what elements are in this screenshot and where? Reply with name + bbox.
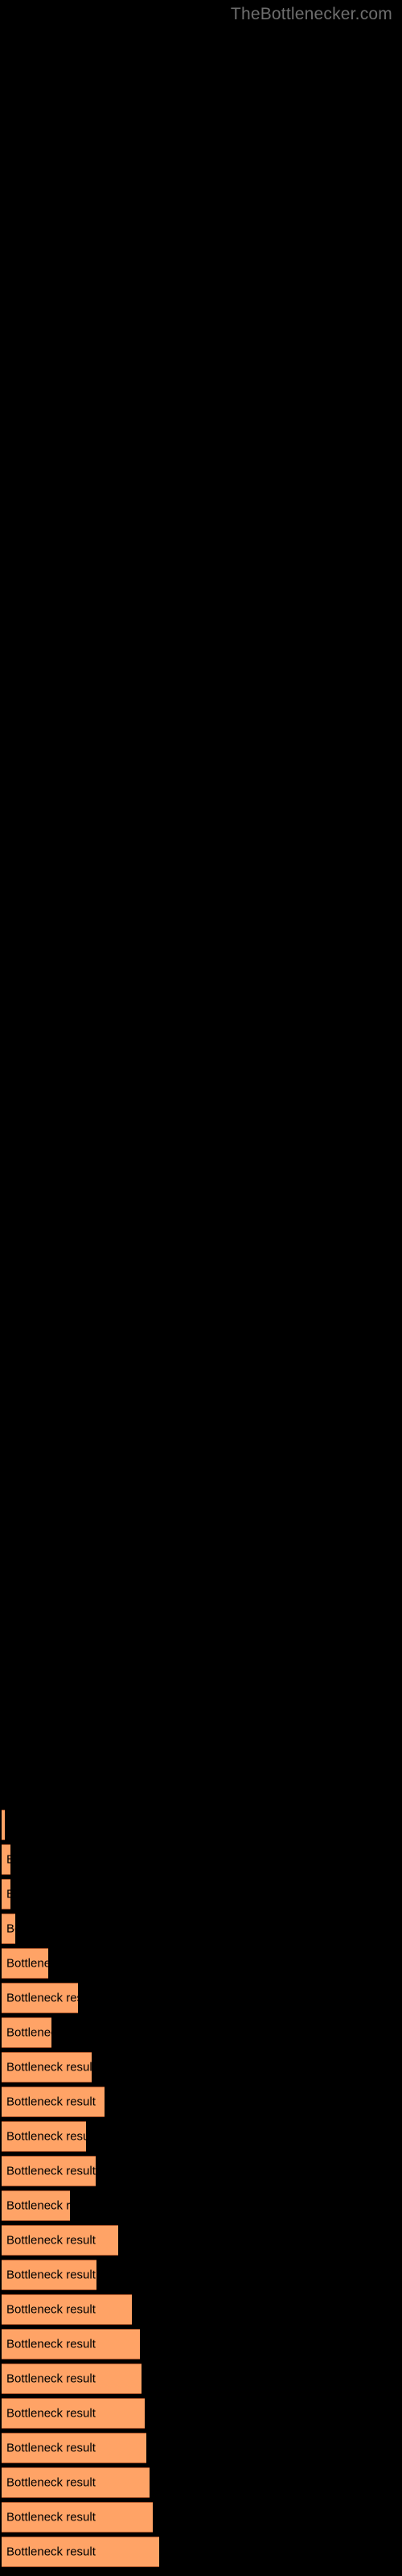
- bar-row: Bottleneck result: [0, 2293, 402, 2325]
- bar-row: Bottleneck result: [0, 2051, 402, 2083]
- bar-row: Bottleneck result: [0, 1982, 402, 2013]
- bar-label: Bottleneck result: [6, 2545, 96, 2558]
- bar: Bottleneck result: [2, 2432, 146, 2463]
- bar-label: Bottleneck result: [6, 2510, 96, 2524]
- bar-label: Bottleneck result: [6, 2198, 70, 2212]
- bar-chart-plot-area: Bottleneck result Bottleneck result Bottle…: [0, 0, 402, 2576]
- bar-row: Bottleneck result: [0, 2017, 402, 2048]
- bar: Bottleneck result: [2, 2224, 118, 2256]
- bar: Bottleneck result: [2, 1809, 5, 1840]
- bar-label: Bottleneck result: [6, 1956, 48, 1970]
- bar-row: Bottleneck result: [0, 2155, 402, 2186]
- bar-label: Bottleneck result: [6, 1991, 78, 2004]
- bar: Bottleneck result: [2, 2467, 150, 2498]
- bar-row: Bottleneck result: [0, 2224, 402, 2256]
- bar-label: Bottleneck result: [6, 1853, 10, 1865]
- bar: Bottleneck result: [2, 1878, 10, 1909]
- bar-row: Bottleneck result: [0, 2120, 402, 2152]
- bar-row: Bottleneck result: [0, 2397, 402, 2429]
- bar-row: Bottleneck result: [0, 2190, 402, 2221]
- bar-label: Bottleneck result: [6, 2302, 96, 2316]
- bar-label: Bottleneck result: [6, 2441, 96, 2454]
- bar: Bottleneck result: [2, 2051, 92, 2083]
- bar-row: Bottleneck result: [0, 1809, 402, 1840]
- bar-label: Bottleneck result: [6, 2475, 96, 2489]
- bar: Bottleneck result: [2, 1947, 48, 1979]
- bar-label: Bottleneck result: [6, 2129, 86, 2143]
- bar-row: Bottleneck result: [0, 1947, 402, 1979]
- bar-label: Bottleneck result: [6, 2095, 96, 2108]
- bar-row: Bottleneck result: [0, 2363, 402, 2394]
- bar: Bottleneck result: [2, 2190, 70, 2221]
- bar: Bottleneck result: [2, 1913, 15, 1944]
- bar-label: Bottleneck result: [6, 2060, 92, 2074]
- bar-label: Bottleneck result: [6, 2233, 96, 2247]
- bar-label: Bottleneck result: [6, 2164, 96, 2178]
- bar-label: Bottleneck result: [6, 2406, 96, 2420]
- bar: Bottleneck result: [2, 2155, 96, 2186]
- bar: Bottleneck result: [2, 2120, 86, 2152]
- bar-label: Bottleneck result: [6, 2372, 96, 2385]
- bar-label: Bottleneck result: [6, 2268, 96, 2281]
- bar-row: Bottleneck result: [0, 2259, 402, 2290]
- bar: Bottleneck result: [2, 1982, 78, 2013]
- bar-label: Bottleneck result: [6, 1888, 10, 1900]
- bar-row: Bottleneck result: [0, 2328, 402, 2359]
- bar-label: Bottleneck result: [6, 2337, 96, 2351]
- bar: Bottleneck result: [2, 2363, 142, 2394]
- bar-row: Bottleneck result: [0, 1913, 402, 1944]
- bar-row: Bottleneck result: [0, 2086, 402, 2117]
- bar: Bottleneck result: [2, 2501, 153, 2533]
- bar: Bottleneck result: [2, 2259, 96, 2290]
- bar-row: Bottleneck result: [0, 2467, 402, 2498]
- bar: Bottleneck result: [2, 2328, 140, 2359]
- bar: Bottleneck result: [2, 2086, 105, 2117]
- bar: Bottleneck result: [2, 1843, 10, 1875]
- bar: Bottleneck result: [2, 2536, 159, 2567]
- bar-row: Bottleneck result: [0, 2501, 402, 2533]
- bar: Bottleneck result: [2, 2017, 51, 2048]
- bar: Bottleneck result: [2, 2293, 132, 2325]
- bar-row: Bottleneck result: [0, 1878, 402, 1909]
- bar-label: Bottleneck result: [6, 1922, 15, 1935]
- bar-row: Bottleneck result: [0, 2536, 402, 2567]
- bar: Bottleneck result: [2, 2397, 145, 2429]
- bar-row: Bottleneck result: [0, 2432, 402, 2463]
- bar-row: Bottleneck result: [0, 1843, 402, 1875]
- bar-label: Bottleneck result: [6, 2025, 51, 2039]
